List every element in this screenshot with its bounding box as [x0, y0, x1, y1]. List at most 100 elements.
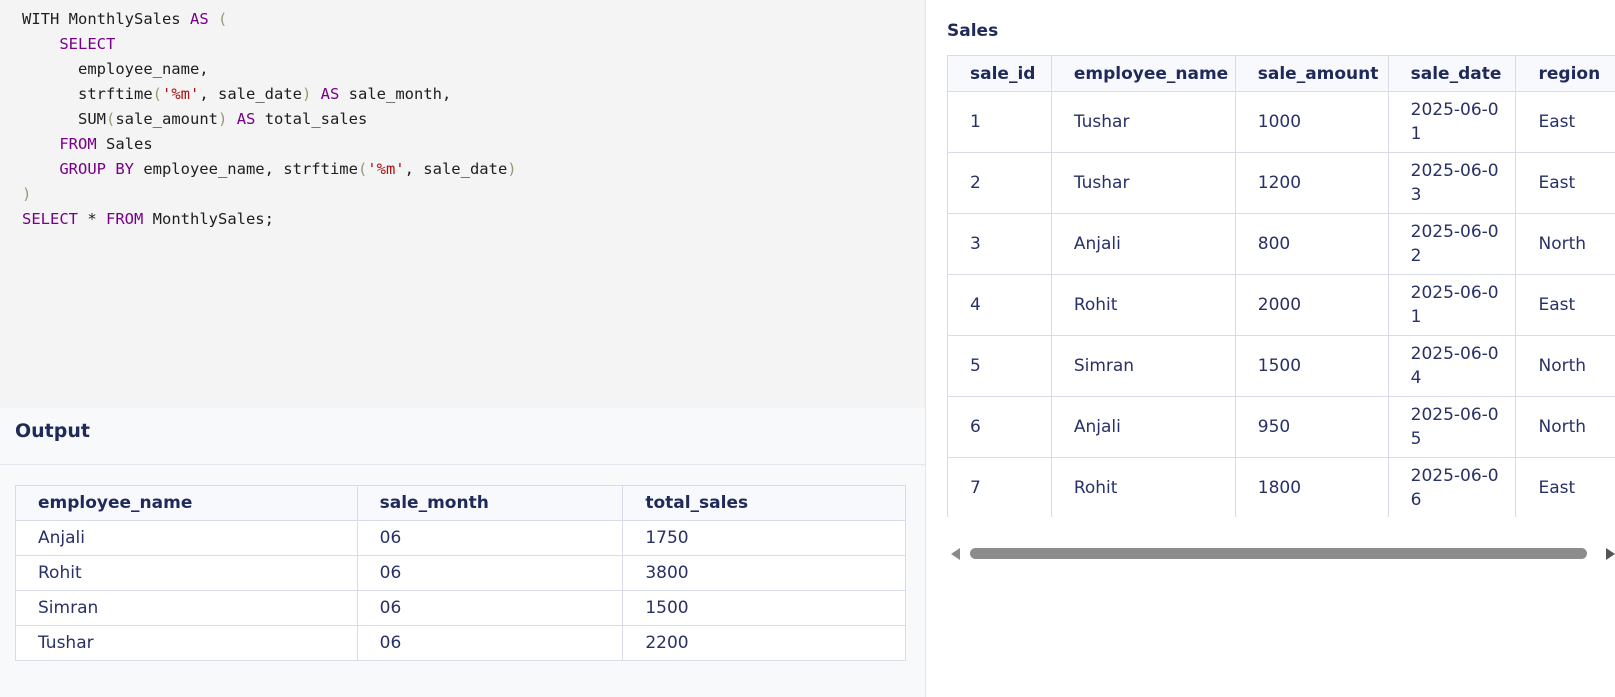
output-cell: 2200	[622, 625, 906, 661]
output-header-row: employee_name sale_month total_sales	[15, 485, 906, 521]
output-table: employee_name sale_month total_sales Anj…	[15, 485, 906, 661]
sql-paren: )	[301, 85, 312, 103]
output-panel: Output employee_name sale_month total_sa…	[0, 408, 925, 697]
scrollbar-thumb[interactable]	[970, 548, 1587, 559]
sales-row: 3 Anjali 800 2025-06-02 North	[947, 213, 1615, 275]
output-cell: Anjali	[15, 520, 358, 556]
code-line: WITH MonthlySales AS (	[22, 7, 925, 32]
sql-paren: (	[218, 10, 228, 28]
output-column-header: sale_month	[356, 485, 624, 521]
scroll-right-arrow-icon[interactable]	[1606, 548, 1615, 560]
sql-editor[interactable]: WITH MonthlySales AS ( SELECT employee_n…	[0, 0, 925, 408]
sql-paren: )	[218, 110, 228, 128]
sales-cell: 2025-06-01	[1387, 91, 1517, 153]
sales-cell: 1500	[1234, 335, 1389, 397]
output-cell: 1500	[622, 590, 906, 626]
sales-column-header: employee_name	[1050, 55, 1236, 92]
sales-cell: North	[1515, 335, 1615, 397]
sales-cell: 1000	[1234, 91, 1389, 153]
sales-cell: Simran	[1050, 335, 1236, 397]
output-cell: 06	[356, 520, 624, 556]
sql-keyword: GROUP BY	[59, 160, 134, 178]
sql-text: MonthlySales;	[143, 210, 274, 228]
sales-cell: 3	[947, 213, 1052, 275]
output-cell: Simran	[15, 590, 358, 626]
output-cell: 3800	[622, 555, 906, 591]
code-line: SELECT * FROM MonthlySales;	[22, 207, 925, 232]
sql-paren: )	[507, 160, 517, 178]
sql-code[interactable]: WITH MonthlySales AS ( SELECT employee_n…	[22, 7, 925, 232]
sql-text: SUM	[22, 110, 106, 128]
sql-string: '%m'	[367, 160, 405, 178]
sales-cell: 2	[947, 152, 1052, 214]
sales-cell: 1800	[1234, 457, 1389, 517]
sales-column-header: sale_id	[947, 55, 1052, 92]
sql-keyword: FROM	[106, 210, 144, 228]
sql-keyword: SELECT	[59, 35, 116, 53]
sales-cell: 2025-06-02	[1387, 213, 1517, 275]
output-cell: 06	[356, 555, 624, 591]
output-column-header: total_sales	[622, 485, 906, 521]
sales-table-scroll-area[interactable]: sale_id employee_name sale_amount sale_d…	[947, 55, 1615, 517]
sales-row: 6 Anjali 950 2025-06-05 North	[947, 396, 1615, 458]
output-title: Output	[15, 420, 90, 442]
sales-cell: 2025-06-06	[1387, 457, 1517, 517]
code-line: strftime('%m', sale_date) AS sale_month,	[22, 82, 925, 107]
sql-text: sale_amount	[115, 110, 218, 128]
code-line: SELECT	[22, 32, 925, 57]
scroll-left-arrow-icon[interactable]	[951, 548, 960, 560]
sales-column-header: sale_date	[1387, 55, 1517, 92]
horizontal-scrollbar[interactable]	[947, 544, 1615, 564]
sales-cell: East	[1515, 457, 1615, 517]
sql-text: total_sales	[255, 110, 368, 128]
sales-row: 7 Rohit 1800 2025-06-06 East	[947, 457, 1615, 517]
sql-text: sale_month,	[339, 85, 452, 103]
sales-cell: Rohit	[1050, 274, 1236, 336]
sales-table-title: Sales	[947, 21, 999, 41]
sales-cell: North	[1515, 396, 1615, 458]
sales-cell: 2025-06-04	[1387, 335, 1517, 397]
sales-cell: 950	[1234, 396, 1389, 458]
output-cell: 06	[356, 590, 624, 626]
sales-header-row: sale_id employee_name sale_amount sale_d…	[947, 55, 1615, 92]
sales-cell: Rohit	[1050, 457, 1236, 517]
sales-cell: North	[1515, 213, 1615, 275]
sql-text: employee_name,	[22, 60, 209, 78]
sql-keyword: FROM	[59, 135, 97, 153]
code-line: GROUP BY employee_name, strftime('%m', s…	[22, 157, 925, 182]
output-cell: 06	[356, 625, 624, 661]
sql-keyword: AS	[320, 85, 340, 103]
sales-row: 4 Rohit 2000 2025-06-01 East	[947, 274, 1615, 336]
sql-paren: )	[22, 185, 32, 203]
sales-cell: 5	[947, 335, 1052, 397]
code-line: employee_name,	[22, 57, 925, 82]
sql-text: employee_name, strftime	[133, 160, 358, 178]
output-cell: Tushar	[15, 625, 358, 661]
sql-keyword: SELECT	[22, 210, 78, 228]
sales-cell: Anjali	[1050, 213, 1236, 275]
sql-text: , sale_date	[404, 160, 508, 178]
sales-column-header: region	[1515, 55, 1615, 92]
sales-cell: 7	[947, 457, 1052, 517]
sales-cell: East	[1515, 91, 1615, 153]
sales-cell: 1200	[1234, 152, 1389, 214]
app-root: WITH MonthlySales AS ( SELECT employee_n…	[0, 0, 1615, 697]
sales-table: sale_id employee_name sale_amount sale_d…	[947, 55, 1615, 517]
sql-text: strftime	[22, 85, 153, 103]
output-column-header: employee_name	[15, 485, 358, 521]
sql-keyword: AS	[236, 110, 256, 128]
sales-cell: 6	[947, 396, 1052, 458]
code-line: FROM Sales	[22, 132, 925, 157]
code-line: )	[22, 182, 925, 207]
sales-cell: 4	[947, 274, 1052, 336]
sql-string: '%m'	[162, 85, 200, 103]
sales-column-header: sale_amount	[1234, 55, 1389, 92]
sql-text: , sale_date	[199, 85, 302, 103]
sales-row: 1 Tushar 1000 2025-06-01 East	[947, 91, 1615, 153]
sales-cell: 2025-06-03	[1387, 152, 1517, 214]
sales-cell: Tushar	[1050, 91, 1236, 153]
